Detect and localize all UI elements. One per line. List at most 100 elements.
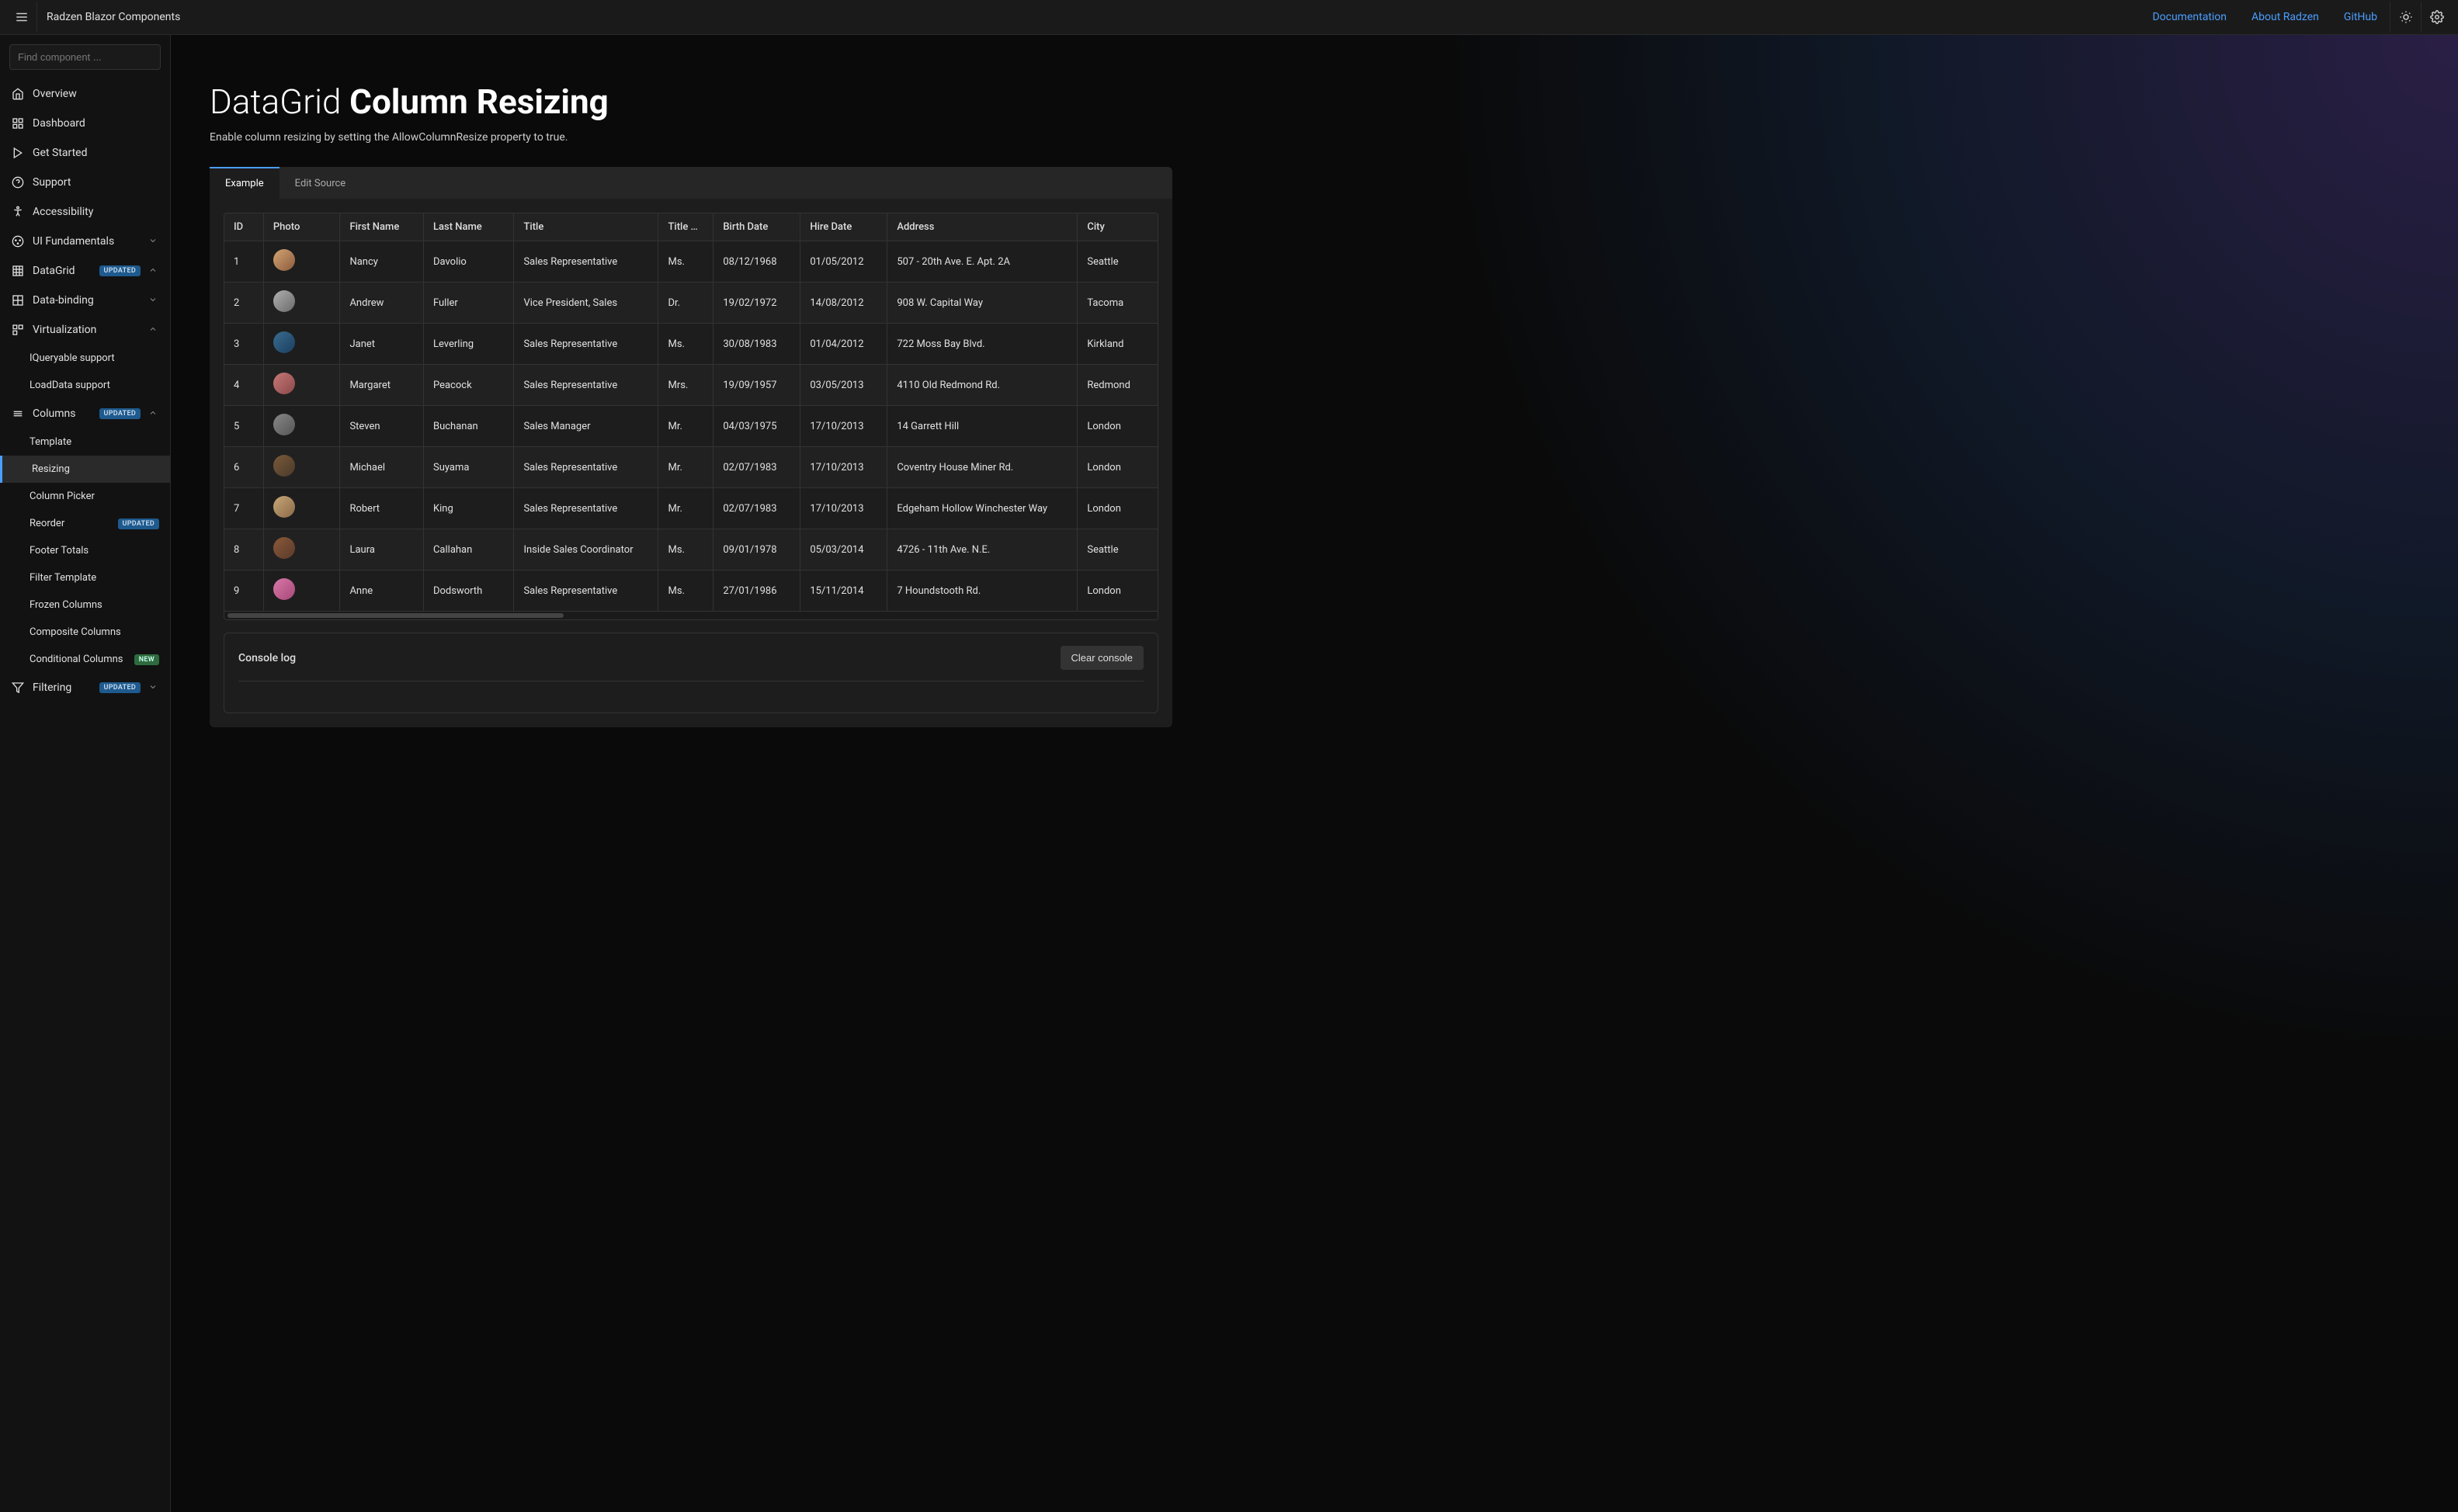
column-header-city[interactable]: City	[1078, 213, 1158, 241]
sidebar-item-columns[interactable]: ColumnsUPDATED	[0, 399, 170, 428]
cell-title-of-courtesy: Ms.	[658, 241, 713, 283]
sidebar-item-iqueryable-support[interactable]: IQueryable support	[0, 345, 170, 372]
cell-photo	[263, 283, 340, 324]
sidebar-item-dashboard[interactable]: Dashboard	[0, 109, 170, 138]
cell-id: 9	[224, 570, 263, 612]
sidebar-item-composite-columns[interactable]: Composite Columns	[0, 619, 170, 646]
cell-id: 3	[224, 324, 263, 365]
sidebar-item-label: Template	[30, 436, 159, 448]
virtual-icon	[11, 323, 25, 337]
clear-console-button[interactable]: Clear console	[1061, 646, 1144, 670]
cell-title: Vice President, Sales	[514, 283, 658, 324]
badge-updated: UPDATED	[118, 518, 160, 529]
example-tabs: Example Edit Source	[210, 167, 1172, 199]
theme-toggle-button[interactable]	[2390, 2, 2421, 33]
sidebar-item-filter-template[interactable]: Filter Template	[0, 564, 170, 591]
header-link-github[interactable]: GitHub	[2331, 11, 2390, 23]
sidebar-item-footer-totals[interactable]: Footer Totals	[0, 537, 170, 564]
sidebar-item-label: Composite Columns	[30, 626, 159, 638]
avatar	[273, 249, 295, 271]
cell-title-of-courtesy: Dr.	[658, 283, 713, 324]
column-header-title[interactable]: Title	[514, 213, 658, 241]
tab-example[interactable]: Example	[210, 167, 279, 199]
tab-edit-source[interactable]: Edit Source	[279, 167, 362, 199]
cell-address: 4726 - 11th Ave. N.E.	[887, 529, 1078, 570]
sidebar-item-support[interactable]: Support	[0, 168, 170, 197]
cell-title-of-courtesy: Ms.	[658, 324, 713, 365]
sidebar-item-column-picker[interactable]: Column Picker	[0, 483, 170, 510]
table-row[interactable]: 6MichaelSuyamaSales RepresentativeMr.02/…	[224, 447, 1158, 488]
table-row[interactable]: 4MargaretPeacockSales RepresentativeMrs.…	[224, 365, 1158, 406]
header-link-about[interactable]: About Radzen	[2239, 11, 2331, 23]
table-row[interactable]: 7RobertKingSales RepresentativeMr.02/07/…	[224, 488, 1158, 529]
cell-first-name: Laura	[340, 529, 424, 570]
column-header-id[interactable]: ID	[224, 213, 263, 241]
cell-photo	[263, 447, 340, 488]
header-link-documentation[interactable]: Documentation	[2140, 11, 2239, 23]
table-row[interactable]: 3JanetLeverlingSales RepresentativeMs.30…	[224, 324, 1158, 365]
column-header-address[interactable]: Address	[887, 213, 1078, 241]
sidebar-item-label: UI Fundamentals	[33, 235, 141, 248]
cell-address: 507 - 20th Ave. E. Apt. 2A	[887, 241, 1078, 283]
sidebar-item-label: Overview	[33, 88, 159, 100]
hamburger-menu-button[interactable]	[6, 2, 37, 33]
cell-id: 7	[224, 488, 263, 529]
cell-title-of-courtesy: Mr.	[658, 406, 713, 447]
sidebar-item-label: Reorder	[30, 518, 110, 529]
sidebar-item-loaddata-support[interactable]: LoadData support	[0, 372, 170, 399]
sidebar-item-virtualization[interactable]: Virtualization	[0, 315, 170, 345]
avatar	[273, 537, 295, 559]
sidebar-item-resizing[interactable]: Resizing	[0, 456, 170, 483]
sidebar-item-template[interactable]: Template	[0, 428, 170, 456]
cell-address: Coventry House Miner Rd.	[887, 447, 1078, 488]
column-header-hire-date[interactable]: Hire Date	[800, 213, 887, 241]
sidebar-item-ui-fundamentals[interactable]: UI Fundamentals	[0, 227, 170, 256]
help-icon	[11, 175, 25, 189]
cell-title: Sales Representative	[514, 241, 658, 283]
sidebar-item-filtering[interactable]: FilteringUPDATED	[0, 673, 170, 702]
sidebar-item-label: Dashboard	[33, 117, 159, 130]
table-row[interactable]: 1NancyDavolioSales RepresentativeMs.08/1…	[224, 241, 1158, 283]
cell-title: Sales Manager	[514, 406, 658, 447]
table-row[interactable]: 8LauraCallahanInside Sales CoordinatorMs…	[224, 529, 1158, 570]
cell-title-of-courtesy: Ms.	[658, 529, 713, 570]
search-input[interactable]	[9, 44, 161, 70]
sidebar-item-frozen-columns[interactable]: Frozen Columns	[0, 591, 170, 619]
sidebar-item-reorder[interactable]: Reorder UPDATED	[0, 510, 170, 537]
cell-photo	[263, 324, 340, 365]
cell-last-name: Suyama	[423, 447, 513, 488]
cell-city: Redmond	[1078, 365, 1158, 406]
cell-id: 5	[224, 406, 263, 447]
table-row[interactable]: 2AndrewFullerVice President, SalesDr.19/…	[224, 283, 1158, 324]
sidebar-item-label: DataGrid	[33, 265, 92, 277]
column-header-birth-date[interactable]: Birth Date	[713, 213, 800, 241]
sidebar-item-label: Resizing	[32, 463, 159, 475]
column-header-last-name[interactable]: Last Name	[423, 213, 513, 241]
badge-new: NEW	[134, 654, 159, 665]
brand-title: Radzen Blazor Components	[47, 11, 180, 23]
column-header-first-name[interactable]: First Name	[340, 213, 424, 241]
horizontal-scrollbar[interactable]	[224, 612, 1158, 619]
cell-last-name: Callahan	[423, 529, 513, 570]
table-row[interactable]: 9AnneDodsworthSales RepresentativeMs.27/…	[224, 570, 1158, 612]
sidebar-item-get-started[interactable]: Get Started	[0, 138, 170, 168]
table-row[interactable]: 5StevenBuchananSales ManagerMr.04/03/197…	[224, 406, 1158, 447]
sun-icon	[2399, 10, 2413, 24]
cell-hire-date: 01/04/2012	[800, 324, 887, 365]
accessibility-icon	[11, 205, 25, 219]
cell-hire-date: 14/08/2012	[800, 283, 887, 324]
sidebar-item-overview[interactable]: Overview	[0, 79, 170, 109]
sidebar-item-conditional-columns[interactable]: Conditional ColumnsNEW	[0, 646, 170, 673]
sidebar-item-label: Column Picker	[30, 491, 159, 502]
sidebar-item-data-binding[interactable]: Data-binding	[0, 286, 170, 315]
sidebar-item-label: Virtualization	[33, 324, 141, 336]
column-header-photo[interactable]: Photo	[263, 213, 340, 241]
cell-birth-date: 02/07/1983	[713, 488, 800, 529]
cell-first-name: Margaret	[340, 365, 424, 406]
column-header-title-[interactable]: Title …	[658, 213, 713, 241]
cell-title-of-courtesy: Mr.	[658, 447, 713, 488]
sidebar-item-accessibility[interactable]: Accessibility	[0, 197, 170, 227]
sidebar-item-datagrid[interactable]: DataGridUPDATED	[0, 256, 170, 286]
console-title: Console log	[238, 652, 296, 664]
settings-button[interactable]	[2421, 2, 2452, 33]
